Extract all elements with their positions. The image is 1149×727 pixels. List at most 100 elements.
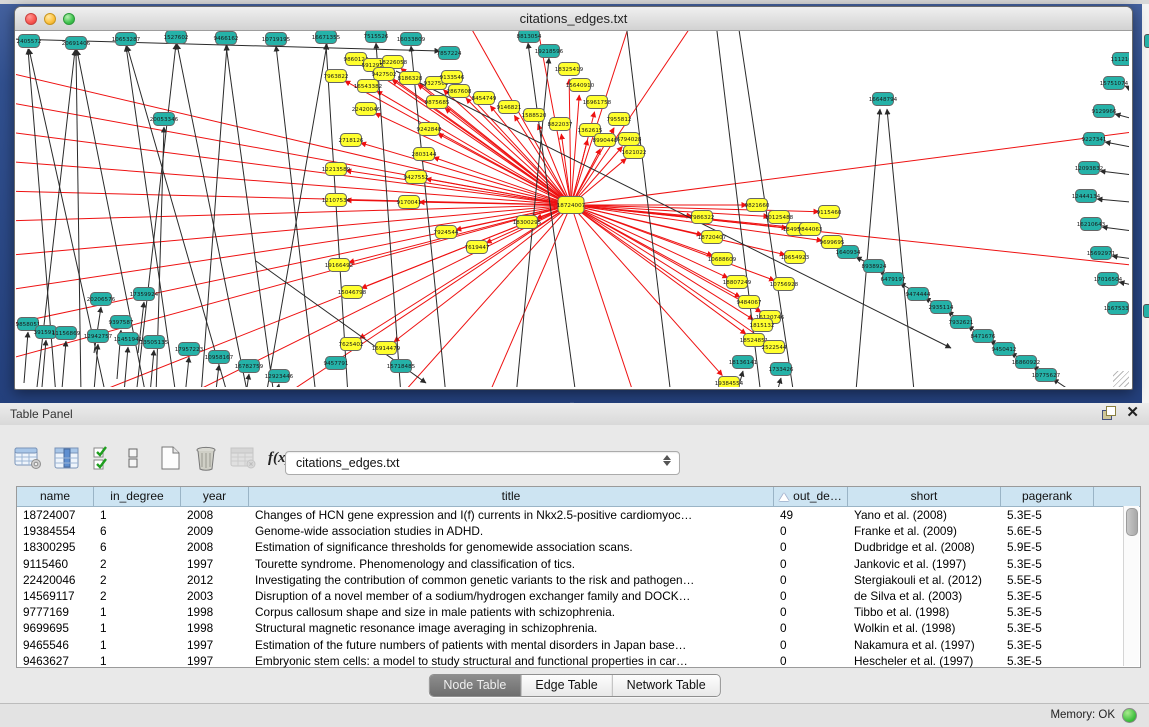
hub-node[interactable]: 18724007 [557,197,586,214]
graph-node[interactable]: 12444134 [1072,190,1101,203]
graph-node[interactable]: 9129966 [1092,105,1117,118]
graph-node[interactable]: 8990448 [593,134,618,147]
node-table[interactable]: namein_degreeyeartitleout_de…shortpagera… [16,486,1141,668]
graph-node[interactable]: 15046798 [338,286,367,299]
network-window[interactable]: citations_edges.txt 24055722069140610653… [14,6,1133,390]
graph-node[interactable]: 10958167 [205,351,234,364]
graph-node[interactable]: 7963822 [324,70,349,83]
graph-node[interactable]: 7625402 [339,338,364,351]
select-rows-icon[interactable] [92,445,114,471]
graph-node[interactable]: 7932621 [949,316,974,329]
close-panel-icon[interactable]: ✕ [1126,406,1139,420]
table-row[interactable]: 1830029562008Estimation of significance … [17,539,1140,555]
graph-node[interactable]: 15692971 [1087,247,1116,260]
graph-node[interactable]: 16033809 [397,33,426,46]
column-header-in_degree[interactable]: in_degree [94,487,181,506]
graph-node[interactable]: 9474444 [906,288,931,301]
graph-node[interactable]: 9170041 [397,196,422,209]
resize-grip[interactable] [1113,371,1129,387]
graph-node[interactable]: 9133546 [440,71,465,84]
delete-icon[interactable] [194,445,218,471]
graph-node[interactable]: 10775627 [1032,369,1061,382]
column-header-name[interactable]: name [17,487,94,506]
table-row[interactable]: 1938455462009Genome-wide association stu… [17,523,1140,539]
graph-node[interactable]: 20691406 [62,37,91,50]
graph-node[interactable]: 2867608 [447,85,472,98]
table-row[interactable]: 969969511998Structural magnetic resonanc… [17,620,1140,636]
graph-node[interactable]: 11675330 [1104,302,1129,315]
graph-node[interactable]: 19654923 [781,251,810,264]
row-height-icon[interactable] [126,446,140,470]
graph-node[interactable]: 17957223 [175,343,204,356]
graph-node[interactable]: 8813054 [517,31,542,43]
table-row[interactable]: 2242004622012Investigating the contribut… [17,572,1140,588]
graph-node[interactable]: 9146821 [497,101,522,114]
graph-node[interactable]: 9242848 [417,123,442,136]
scrollbar-thumb[interactable] [1126,508,1138,536]
graph-node[interactable]: 18226058 [379,56,408,69]
graph-node[interactable]: 12093832 [1075,162,1103,175]
window-titlebar[interactable]: citations_edges.txt [15,7,1132,31]
graph-node[interactable]: 12942757 [84,330,113,343]
table-body[interactable]: 1872400712008Changes of HCN gene express… [17,507,1140,669]
graph-node[interactable]: 15718485 [387,360,416,373]
graph-node[interactable]: 9457791 [324,357,349,370]
graph-node[interactable]: 16543382 [354,80,382,93]
graph-node[interactable]: 16210643 [1077,218,1106,231]
graph-node[interactable]: 2522544 [762,341,787,354]
graph-node[interactable]: 18136141 [729,356,758,369]
graph-node[interactable]: 8938924 [862,260,887,273]
show-columns-icon[interactable] [54,446,80,470]
graph-node[interactable]: 7955812 [607,113,632,126]
graph-node[interactable]: 9450412 [992,343,1017,356]
table-row[interactable]: 946362711997Embryonic stem cells: a mode… [17,653,1140,669]
graph-node[interactable]: 18300295 [513,216,542,229]
graph-node[interactable]: 2935114 [929,301,954,314]
table-selector-dropdown[interactable]: citations_edges.txt [285,451,680,475]
graph-node[interactable]: 20206576 [87,293,116,306]
graph-node[interactable]: 1527602 [164,31,189,44]
graph-node[interactable]: 7857224 [437,47,462,60]
graph-node[interactable]: 1815132 [750,319,775,332]
graph-node[interactable]: 17016504 [1094,273,1123,286]
graph-node[interactable]: 9699695 [820,236,845,249]
graph-node[interactable]: 8822037 [548,118,573,131]
graph-node[interactable]: 2718126 [339,134,364,147]
graph-node[interactable]: 12213589 [322,163,351,176]
graph-node[interactable]: 20053346 [150,113,179,126]
column-header-out_de[interactable]: out_de… [774,487,848,506]
citation-network-graph[interactable]: 2405572206914061065328715276029466162107… [16,31,1129,387]
graph-node[interactable]: 9427552 [404,171,429,184]
graph-node[interactable]: 6794028 [617,133,642,146]
graph-node[interactable]: 7924544 [434,226,459,239]
graph-node[interactable]: 6479197 [881,273,906,286]
tab-edge-table[interactable]: Edge Table [521,675,612,696]
table-row[interactable]: 1456911722003Disruption of a novel membe… [17,588,1140,604]
graph-node[interactable]: 9821660 [745,199,770,212]
graph-node[interactable]: 13505135 [140,336,169,349]
memory-status-led[interactable] [1122,708,1137,723]
graph-node[interactable]: 16782759 [235,360,264,373]
graph-node[interactable]: 19384554 [715,377,744,388]
graph-node[interactable]: 10653287 [112,33,141,46]
graph-node[interactable]: 1733426 [769,363,794,376]
graph-node[interactable]: 9427502 [372,68,397,81]
graph-node[interactable]: 19166492 [325,259,353,272]
graph-node[interactable]: 8186328 [398,72,423,85]
graph-node[interactable]: 9844063 [798,223,823,236]
graph-node[interactable]: 9227341 [1082,133,1107,146]
graph-node[interactable]: 9875685 [425,96,450,109]
graph-node[interactable]: 8454749 [472,92,497,105]
graph-node[interactable]: 10688609 [708,253,737,266]
table-header-row[interactable]: namein_degreeyeartitleout_de…shortpagera… [17,487,1140,507]
graph-node[interactable]: 19218596 [535,45,564,58]
tab-node-table[interactable]: Node Table [429,675,521,696]
graph-node[interactable]: 8471676 [971,330,996,343]
graph-node[interactable]: 18807249 [723,276,752,289]
graph-node[interactable]: 7986322 [690,211,715,224]
graph-node[interactable]: 17359924 [130,288,159,301]
graph-node[interactable]: 7515526 [364,31,389,43]
graph-node[interactable]: 12107534 [322,194,351,207]
graph-node[interactable]: 12923446 [265,370,294,383]
column-header-pagerank[interactable]: pagerank [1001,487,1094,506]
